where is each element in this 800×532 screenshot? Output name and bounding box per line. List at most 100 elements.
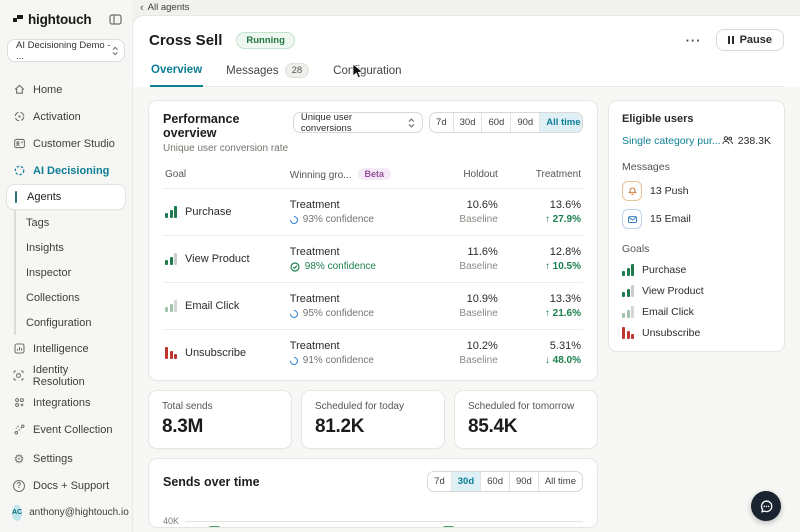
card-title: Sends over time <box>163 475 260 489</box>
range-60d[interactable]: 60d <box>480 472 509 491</box>
table-row-purchase[interactable]: Purchase Treatment 93% confidence 10.6%B… <box>163 188 583 235</box>
sidebar-item-home[interactable]: Home <box>0 76 132 103</box>
goal-bars-icon <box>622 285 634 297</box>
sidebar-item-agents[interactable]: Agents <box>6 184 126 210</box>
messages-section-title: Messages <box>622 161 771 173</box>
audience-link[interactable]: Single category pur... <box>622 135 721 147</box>
workspace-name: AI Decisioning Demo - ... <box>16 40 112 62</box>
goal-item-purchase: Purchase <box>622 264 771 276</box>
help-icon: ? <box>12 480 26 492</box>
tab-messages[interactable]: Messages 28 <box>225 63 310 86</box>
sidebar-item-customer-studio[interactable]: Customer Studio <box>0 130 132 157</box>
workspace-selector[interactable]: AI Decisioning Demo - ... <box>7 39 125 62</box>
integrations-icon <box>12 396 26 409</box>
messages-count-badge: 28 <box>285 63 310 78</box>
message-type-push: 13 Push <box>622 181 771 201</box>
goal-bars-icon <box>165 206 177 218</box>
sidebar-item-label: Activation <box>33 111 81 123</box>
sidebar-item-docs-support[interactable]: ? Docs + Support <box>0 472 132 499</box>
table-row-email-click[interactable]: Email Click Treatment 95% confidence 10.… <box>163 282 583 329</box>
metric-select[interactable]: Unique user conversions <box>293 112 423 133</box>
overview-content: Performance overview Unique user convers… <box>133 87 800 532</box>
sidebar-item-intelligence[interactable]: Intelligence <box>0 335 132 362</box>
collapse-sidebar-icon[interactable] <box>109 14 122 25</box>
trend-down-icon: ↓ <box>545 355 550 366</box>
table-row-view-product[interactable]: View Product Treatment 98% confidence 11… <box>163 235 583 282</box>
ai-decisioning-subnav: Agents Tags Insights Inspector Collectio… <box>6 184 126 335</box>
sidebar-nav: Home Activation Customer Studio AI Decis… <box>0 76 132 443</box>
beta-badge: Beta <box>358 168 392 180</box>
sidebar-item-insights[interactable]: Insights <box>6 235 126 260</box>
home-icon <box>12 83 26 96</box>
range-all-time[interactable]: All time <box>538 472 582 491</box>
sends-over-time-card: Sends over time 7d 30d 60d 90d All time <box>148 458 598 528</box>
trend-up-icon: ↑ <box>545 261 550 272</box>
sidebar-item-tags[interactable]: Tags <box>6 210 126 235</box>
range-60d[interactable]: 60d <box>481 113 510 132</box>
ai-decisioning-icon <box>12 164 26 177</box>
tab-overview[interactable]: Overview <box>150 63 203 87</box>
intelligence-icon <box>12 342 26 355</box>
sends-range-selector: 7d 30d 60d 90d All time <box>427 471 583 492</box>
sidebar-item-activation[interactable]: Activation <box>0 103 132 130</box>
pause-label: Pause <box>740 34 772 46</box>
trend-up-icon: ↑ <box>545 308 550 319</box>
page-title: Cross Sell <box>149 32 222 49</box>
logo-text: hightouch <box>28 12 91 27</box>
sidebar-item-integrations[interactable]: Integrations <box>0 389 132 416</box>
sidebar-item-label: Integrations <box>33 397 90 409</box>
sidebar-item-label: Insights <box>26 242 64 254</box>
range-90d[interactable]: 90d <box>510 113 539 132</box>
range-7d[interactable]: 7d <box>428 472 451 491</box>
confidence-progress-icon <box>288 214 299 225</box>
sidebar: hightouch AI Decisioning Demo - ... Home… <box>0 0 132 532</box>
tab-configuration[interactable]: Configuration <box>332 63 402 86</box>
range-30d[interactable]: 30d <box>453 113 482 132</box>
sidebar-item-label: Agents <box>27 191 61 203</box>
sidebar-item-collections[interactable]: Collections <box>6 285 126 310</box>
eligible-users-card: Eligible users Single category pur... 23… <box>608 100 785 352</box>
goal-bars-icon <box>165 300 177 312</box>
check-circle-icon <box>290 262 300 272</box>
sidebar-item-label: Collections <box>26 292 80 304</box>
message-type-email: 15 Email <box>622 209 771 229</box>
main-area: ‹ All agents Cross Sell Running ··· Paus… <box>132 0 800 532</box>
gridline <box>185 521 583 522</box>
identity-resolution-icon <box>12 369 26 382</box>
settings-gear-icon: ⚙ <box>12 453 26 465</box>
goal-bars-icon <box>165 347 177 359</box>
stat-scheduled-today: Scheduled for today 81.2K <box>301 390 445 449</box>
stat-total-sends: Total sends 8.3M <box>148 390 292 449</box>
sidebar-item-event-collection[interactable]: Event Collection <box>0 416 132 443</box>
confidence-progress-icon <box>288 308 299 319</box>
account-menu[interactable]: AC anthony@hightouch.io <box>0 499 132 526</box>
sidebar-item-label: Docs + Support <box>33 480 109 492</box>
message-type-label: 15 Email <box>650 213 691 225</box>
sidebar-item-settings[interactable]: ⚙ Settings <box>0 445 132 472</box>
status-badge: Running <box>236 32 295 49</box>
goal-bars-icon <box>622 264 634 276</box>
breadcrumb[interactable]: ‹ All agents <box>132 0 800 15</box>
chat-launcher-button[interactable] <box>751 491 781 521</box>
pause-button[interactable]: Pause <box>716 29 784 51</box>
chevron-updown-icon <box>408 118 415 128</box>
table-row-unsubscribe[interactable]: Unsubscribe Treatment 91% confidence 10.… <box>163 329 583 376</box>
sidebar-item-label: Settings <box>33 453 73 465</box>
activation-icon <box>12 110 26 123</box>
range-30d[interactable]: 30d <box>451 472 480 491</box>
goal-item-unsubscribe: Unsubscribe <box>622 327 771 339</box>
sidebar-item-identity-resolution[interactable]: Identity Resolution <box>0 362 132 389</box>
range-all-time[interactable]: All time <box>539 113 583 132</box>
range-7d[interactable]: 7d <box>430 113 453 132</box>
table-header: Goal Winning gro...Beta Holdout Treatmen… <box>163 166 583 188</box>
sidebar-item-ai-decisioning[interactable]: AI Decisioning <box>0 157 132 184</box>
chart-bar <box>442 526 455 528</box>
range-90d[interactable]: 90d <box>509 472 538 491</box>
more-menu-icon[interactable]: ··· <box>686 33 702 48</box>
stats-row: Total sends 8.3M Scheduled for today 81.… <box>148 390 598 449</box>
account-email: anthony@hightouch.io <box>29 507 129 518</box>
hightouch-logo: hightouch <box>12 12 91 27</box>
sidebar-item-configuration[interactable]: Configuration <box>6 310 126 335</box>
chat-bubble-icon <box>758 498 775 515</box>
sidebar-item-inspector[interactable]: Inspector <box>6 260 126 285</box>
